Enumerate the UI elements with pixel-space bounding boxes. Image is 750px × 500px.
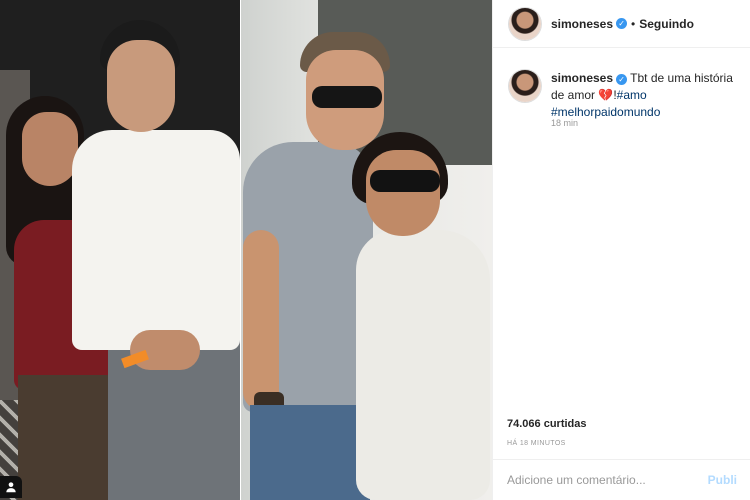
man-face [107, 40, 175, 132]
post-header: simoneses ✓ • Seguindo [493, 0, 750, 48]
post-side-panel: simoneses ✓ • Seguindo simoneses ✓ Tbt de… [492, 0, 750, 500]
post-photo[interactable] [0, 0, 492, 500]
woman-sunglasses [370, 170, 440, 192]
caption-text: simoneses ✓ Tbt de uma história de amor 💔… [551, 70, 741, 121]
username-link[interactable]: simoneses [551, 17, 613, 31]
avatar[interactable] [509, 70, 541, 102]
post-timestamp[interactable]: HÁ 18 MINUTOS [507, 440, 566, 447]
avatar[interactable] [509, 7, 541, 40]
publish-button[interactable]: Publi [708, 473, 737, 487]
verified-badge-icon: ✓ [616, 74, 628, 85]
woman-pants [18, 375, 118, 500]
photo-left-panel [0, 0, 240, 500]
hashtag-link[interactable]: #amo [617, 88, 647, 102]
man-white-shirt [72, 130, 240, 350]
user-tag-icon[interactable] [0, 476, 22, 498]
hashtag-link[interactable]: #melhorpaidomundo [551, 105, 660, 119]
man-sunglasses [312, 86, 382, 108]
man-arm [243, 230, 279, 410]
woman-white-dress [356, 230, 490, 500]
like-count[interactable]: 74.066 curtidas [507, 418, 587, 430]
caption-comment: simoneses ✓ Tbt de uma história de amor 💔… [509, 70, 741, 121]
broken-heart-emoji: 💔 [598, 88, 614, 102]
comment-timestamp[interactable]: 18 min [551, 118, 578, 128]
verified-badge-icon: ✓ [616, 18, 628, 29]
comment-input[interactable] [507, 473, 697, 487]
man-arm [130, 330, 200, 370]
caption-username[interactable]: simoneses [551, 71, 613, 85]
woman-face [22, 112, 78, 186]
woman-face [366, 150, 440, 236]
man-jeans [250, 405, 370, 500]
following-button[interactable]: Seguindo [639, 17, 694, 31]
comment-bar: Publi [493, 459, 750, 500]
separator-dot: • [631, 16, 636, 31]
